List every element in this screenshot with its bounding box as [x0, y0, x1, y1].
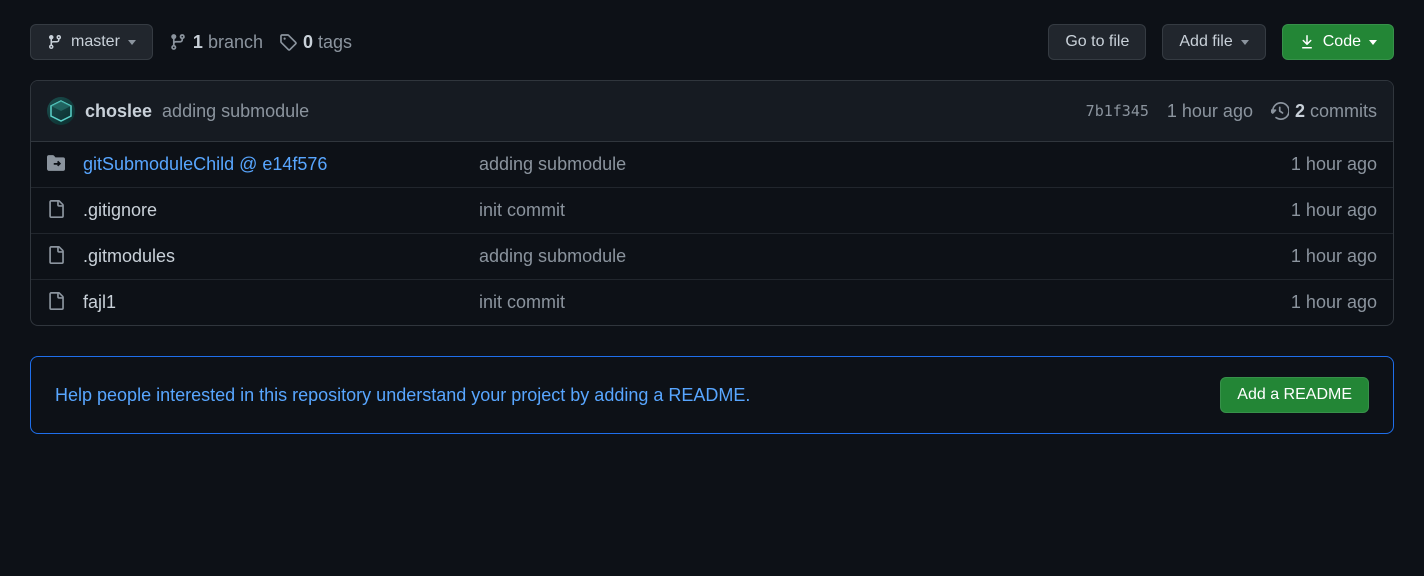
code-button[interactable]: Code	[1282, 24, 1394, 60]
download-icon	[1299, 34, 1315, 50]
commit-sha[interactable]: 7b1f345	[1086, 102, 1149, 120]
file-row: gitSubmoduleChild @ e14f576 adding submo…	[31, 142, 1393, 188]
file-time: 1 hour ago	[1291, 292, 1377, 313]
file-row: fajl1 init commit 1 hour ago	[31, 280, 1393, 325]
file-commit-message[interactable]: adding submodule	[479, 154, 1275, 175]
latest-commit-header: choslee adding submodule 7b1f345 1 hour …	[31, 81, 1393, 142]
file-time: 1 hour ago	[1291, 246, 1377, 267]
add-file-label: Add file	[1179, 33, 1232, 51]
tags-link[interactable]: 0 tags	[279, 32, 352, 53]
tag-label: tags	[318, 32, 352, 52]
history-icon	[1271, 102, 1289, 120]
file-name-link[interactable]: .gitmodules	[83, 246, 463, 267]
file-commit-message[interactable]: init commit	[479, 200, 1275, 221]
git-branch-icon	[47, 34, 63, 50]
add-file-button[interactable]: Add file	[1162, 24, 1265, 60]
file-name-link[interactable]: .gitignore	[83, 200, 463, 221]
commits-label: commits	[1310, 101, 1377, 121]
code-label: Code	[1323, 33, 1361, 51]
file-name-link[interactable]: gitSubmoduleChild @ e14f576	[83, 154, 463, 175]
readme-banner-text: Help people interested in this repositor…	[55, 385, 1204, 406]
tag-count: 0	[303, 32, 313, 52]
avatar[interactable]	[47, 97, 75, 125]
commits-count: 2	[1295, 101, 1305, 121]
chevron-down-icon	[1369, 40, 1377, 45]
chevron-down-icon	[1241, 40, 1249, 45]
branch-name: master	[71, 33, 120, 51]
commit-author[interactable]: choslee	[85, 101, 152, 122]
file-row: .gitmodules adding submodule 1 hour ago	[31, 234, 1393, 280]
commit-message[interactable]: adding submodule	[162, 101, 309, 122]
branch-count: 1	[193, 32, 203, 52]
repo-toolbar: master 1 branch 0 tags Go to file Add fi…	[30, 24, 1394, 60]
goto-file-button[interactable]: Go to file	[1048, 24, 1146, 60]
avatar-shape-icon	[49, 99, 73, 123]
file-icon	[47, 292, 67, 313]
file-name-link[interactable]: fajl1	[83, 292, 463, 313]
file-commit-message[interactable]: adding submodule	[479, 246, 1275, 267]
commit-meta: 7b1f345 1 hour ago 2 commits	[1086, 101, 1377, 122]
file-icon	[47, 200, 67, 221]
file-time: 1 hour ago	[1291, 200, 1377, 221]
commits-link[interactable]: 2 commits	[1271, 101, 1377, 122]
tag-icon	[279, 33, 297, 51]
file-listing-box: choslee adding submodule 7b1f345 1 hour …	[30, 80, 1394, 326]
add-readme-button[interactable]: Add a README	[1220, 377, 1369, 413]
branch-selector-button[interactable]: master	[30, 24, 153, 60]
file-icon	[47, 246, 67, 267]
file-row: .gitignore init commit 1 hour ago	[31, 188, 1393, 234]
file-time: 1 hour ago	[1291, 154, 1377, 175]
branches-link[interactable]: 1 branch	[169, 32, 263, 53]
git-branch-icon	[169, 33, 187, 51]
commit-time[interactable]: 1 hour ago	[1167, 101, 1253, 122]
goto-file-label: Go to file	[1065, 33, 1129, 51]
branch-label: branch	[208, 32, 263, 52]
submodule-folder-icon	[47, 154, 67, 175]
chevron-down-icon	[128, 40, 136, 45]
file-commit-message[interactable]: init commit	[479, 292, 1275, 313]
readme-banner: Help people interested in this repositor…	[30, 356, 1394, 434]
add-readme-label: Add a README	[1237, 386, 1352, 404]
